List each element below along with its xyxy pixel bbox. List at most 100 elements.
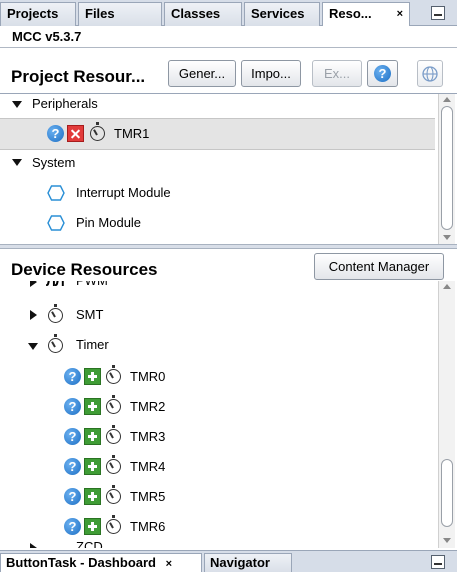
hexagon-icon bbox=[47, 215, 65, 231]
help-icon[interactable]: ? bbox=[64, 458, 81, 475]
tab-label: Projects bbox=[7, 6, 59, 21]
device-resources-tree: ЛЛ PWM SMT Timer ? TMR0 ? TMR2 ? TMR3 ? … bbox=[0, 281, 457, 548]
pwm-icon: ЛЛ bbox=[46, 281, 65, 289]
hexagon-icon bbox=[47, 185, 65, 201]
expand-down-icon[interactable] bbox=[12, 101, 22, 108]
tree-node-label: Pin Module bbox=[76, 215, 142, 230]
add-icon[interactable] bbox=[84, 518, 101, 535]
import-button[interactable]: Impo... bbox=[241, 60, 301, 87]
tree-node-tmr4[interactable]: ? TMR4 bbox=[0, 453, 457, 483]
tree-node-smt[interactable]: SMT bbox=[0, 300, 457, 330]
content-manager-button[interactable]: Content Manager bbox=[314, 253, 444, 280]
timer-icon bbox=[106, 425, 121, 444]
add-icon[interactable] bbox=[84, 428, 101, 445]
timer-icon bbox=[48, 304, 63, 323]
expand-right-icon[interactable] bbox=[30, 281, 37, 287]
minimize-icon[interactable] bbox=[431, 6, 445, 20]
tree-node-label: System bbox=[32, 155, 76, 170]
tree-node-tmr5[interactable]: ? TMR5 bbox=[0, 483, 457, 513]
device-resources-title: Device Resources bbox=[11, 260, 158, 279]
split-divider[interactable] bbox=[0, 244, 457, 249]
scroll-down-icon[interactable] bbox=[443, 235, 451, 240]
tree-node-tmr1[interactable]: ? TMR1 bbox=[0, 118, 435, 150]
tree-node-zcd[interactable]: ZCD bbox=[0, 539, 457, 548]
tree-node-label: TMR4 bbox=[130, 459, 166, 474]
tree-node-label: ZCD bbox=[76, 539, 103, 548]
device-resources-header: Device Resources Content Manager bbox=[0, 251, 457, 281]
help-icon[interactable]: ? bbox=[64, 518, 81, 535]
tree-node-label: TMR0 bbox=[130, 369, 166, 384]
help-icon[interactable]: ? bbox=[64, 368, 81, 385]
add-icon[interactable] bbox=[84, 458, 101, 475]
tab-services[interactable]: Services bbox=[244, 2, 320, 26]
tree-node-tmr2[interactable]: ? TMR2 bbox=[0, 393, 457, 423]
tree-node-label: TMR3 bbox=[130, 429, 166, 444]
expand-right-icon[interactable] bbox=[30, 543, 37, 548]
timer-icon bbox=[90, 122, 105, 141]
minimize-icon[interactable] bbox=[431, 555, 445, 569]
scroll-down-icon[interactable] bbox=[443, 538, 451, 543]
tree-node-pin-module[interactable]: Pin Module bbox=[0, 212, 457, 242]
tree-node-tmr0[interactable]: ? TMR0 bbox=[0, 363, 457, 393]
tree-node-system[interactable]: System bbox=[0, 152, 457, 182]
tree-node-interrupt-module[interactable]: Interrupt Module bbox=[0, 182, 457, 212]
help-icon[interactable]: ? bbox=[64, 428, 81, 445]
project-resources-title: Project Resour... bbox=[11, 67, 146, 86]
help-icon[interactable]: ? bbox=[64, 488, 81, 505]
timer-icon bbox=[106, 395, 121, 414]
tree-node-label: TMR2 bbox=[130, 399, 166, 414]
close-tab-icon[interactable]: × bbox=[397, 3, 403, 25]
tab-navigator[interactable]: Navigator bbox=[204, 553, 292, 572]
help-icon[interactable]: ? bbox=[47, 125, 64, 142]
tab-resources[interactable]: Reso... × bbox=[322, 2, 410, 27]
expand-down-icon[interactable] bbox=[28, 343, 38, 350]
expand-down-icon[interactable] bbox=[12, 159, 22, 166]
tab-label: Reso... bbox=[329, 6, 372, 21]
project-resources-tree: Peripherals ? TMR1 System Interrupt Modu… bbox=[0, 94, 457, 244]
add-icon[interactable] bbox=[84, 368, 101, 385]
help-icon: ? bbox=[374, 65, 391, 82]
generate-button[interactable]: Gener... bbox=[168, 60, 236, 87]
tree-node-label: TMR1 bbox=[114, 126, 150, 141]
scroll-thumb[interactable] bbox=[441, 459, 453, 527]
tree-node-label: Timer bbox=[76, 337, 109, 352]
tree-node-label: TMR6 bbox=[130, 519, 166, 534]
timer-icon bbox=[106, 455, 121, 474]
tab-buttontask-dashboard[interactable]: ButtonTask - Dashboard × bbox=[0, 553, 202, 572]
bottom-tab-bar: ButtonTask - Dashboard × Navigator bbox=[0, 550, 457, 572]
tree-node-pwm[interactable]: ЛЛ PWM bbox=[0, 281, 457, 297]
remove-icon[interactable] bbox=[67, 125, 84, 142]
add-icon[interactable] bbox=[84, 398, 101, 415]
tree-node-label: SMT bbox=[76, 307, 104, 322]
scroll-up-icon[interactable] bbox=[443, 97, 451, 102]
timer-icon bbox=[48, 334, 63, 353]
timer-icon bbox=[106, 515, 121, 534]
tab-label: ButtonTask - Dashboard bbox=[6, 555, 156, 570]
top-tab-bar: Projects Files Classes Services Reso... … bbox=[0, 0, 457, 27]
help-button[interactable]: ? bbox=[367, 60, 398, 87]
project-resources-header: Project Resour... Gener... Impo... Ex...… bbox=[0, 48, 457, 94]
expand-right-icon[interactable] bbox=[30, 310, 37, 320]
help-icon[interactable]: ? bbox=[64, 398, 81, 415]
timer-icon bbox=[106, 365, 121, 384]
scroll-up-icon[interactable] bbox=[443, 284, 451, 289]
close-tab-icon[interactable]: × bbox=[166, 558, 172, 570]
project-tree-scrollbar[interactable] bbox=[438, 94, 455, 244]
globe-button[interactable] bbox=[417, 60, 443, 87]
tree-node-timer[interactable]: Timer bbox=[0, 331, 457, 361]
tab-label: Classes bbox=[171, 6, 221, 21]
mcc-version: MCC v5.3.7 bbox=[0, 26, 457, 48]
tab-classes[interactable]: Classes bbox=[164, 2, 242, 26]
device-tree-scrollbar[interactable] bbox=[438, 281, 455, 548]
tab-projects[interactable]: Projects bbox=[0, 2, 76, 26]
add-icon[interactable] bbox=[84, 488, 101, 505]
tree-node-label: Peripherals bbox=[32, 96, 98, 111]
tab-files[interactable]: Files bbox=[78, 2, 162, 26]
tree-node-tmr3[interactable]: ? TMR3 bbox=[0, 423, 457, 453]
tab-label: Navigator bbox=[210, 555, 270, 570]
tree-node-label: TMR5 bbox=[130, 489, 166, 504]
tree-node-label: PWM bbox=[76, 281, 108, 289]
export-button[interactable]: Ex... bbox=[312, 60, 362, 87]
scroll-thumb[interactable] bbox=[441, 106, 453, 230]
tab-label: Files bbox=[85, 6, 115, 21]
